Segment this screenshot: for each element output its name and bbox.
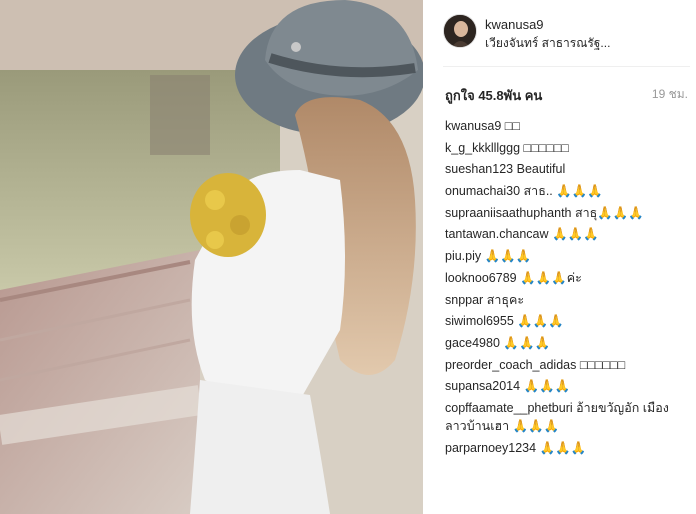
comment-item: tantawan.chancaw 🙏🙏🙏 xyxy=(445,225,690,243)
comment-item: looknoo6789 🙏🙏🙏ค่ะ xyxy=(445,269,690,287)
comment-username[interactable]: gace4980 xyxy=(445,336,500,350)
comment-item: supansa2014 🙏🙏🙏 xyxy=(445,377,690,395)
comment-text: 🙏🙏🙏 xyxy=(523,379,571,394)
comment-item: snppar สาธุคะ xyxy=(445,291,690,309)
comment-item: k_g_kkklllggg □□□□□□ xyxy=(445,139,690,157)
divider xyxy=(443,66,690,67)
comment-username[interactable]: onumachai30 xyxy=(445,184,520,198)
comment-username[interactable]: siwimol6955 xyxy=(445,314,514,328)
post-username[interactable]: kwanusa9 xyxy=(485,17,544,32)
comment-username[interactable]: kwanusa9 xyxy=(445,119,501,133)
comment-text: Beautiful xyxy=(516,162,566,177)
comment-item: siwimol6955 🙏🙏🙏 xyxy=(445,312,690,330)
comment-text: □□□□□□ xyxy=(579,357,626,372)
comment-username[interactable]: piu.piy xyxy=(445,249,481,263)
comment-text: 🙏🙏🙏 xyxy=(484,249,532,264)
comment-item: sueshan123 Beautiful xyxy=(445,160,690,178)
comment-username[interactable]: preorder_coach_adidas xyxy=(445,358,576,372)
avatar-image xyxy=(444,15,476,47)
comment-item: parparnoey1234 🙏🙏🙏 xyxy=(445,439,690,457)
comment-text: 🙏🙏🙏 xyxy=(503,335,551,350)
like-count[interactable]: ถูกใจ 45.8พัน คน xyxy=(445,85,542,106)
comment-username[interactable]: looknoo6789 xyxy=(445,271,517,285)
post-photo[interactable] xyxy=(0,0,423,514)
comment-item: onumachai30 สาธ.. 🙏🙏🙏 xyxy=(445,182,690,200)
post-location[interactable]: เวียงจันทร์ สาธารณรัฐ... xyxy=(485,34,610,53)
comment-username[interactable]: copffaamate__phetburi xyxy=(445,401,573,415)
comment-text: สาธุคะ xyxy=(486,292,525,307)
post-time[interactable]: 19 ชม. xyxy=(652,85,688,104)
comment-item: piu.piy 🙏🙏🙏 xyxy=(445,247,690,265)
comment-username[interactable]: tantawan.chancaw xyxy=(445,227,549,241)
comment-text: 🙏🙏🙏 xyxy=(539,440,587,455)
comment-item: kwanusa9 □□ xyxy=(445,117,690,135)
comment-text: 🙏🙏🙏 xyxy=(552,227,599,242)
comment-list: kwanusa9 □□ k_g_kkklllggg □□□□□□ sueshan12… xyxy=(445,117,690,460)
comment-item: supraaniisaathuphanth สาธุ🙏🙏🙏 xyxy=(445,204,690,222)
comment-text: สาธ.. 🙏🙏🙏 xyxy=(523,184,603,199)
avatar[interactable] xyxy=(443,14,477,48)
comment-item: preorder_coach_adidas □□□□□□ xyxy=(445,356,690,374)
comment-text: สาธุ🙏🙏🙏 xyxy=(574,205,644,220)
comment-text: □□ xyxy=(504,119,520,133)
comment-text: 🙏🙏🙏 xyxy=(517,314,564,329)
post-side-panel: kwanusa9 เวียงจันทร์ สาธารณรัฐ... ถูกใจ … xyxy=(423,0,696,514)
comment-text: 🙏🙏🙏ค่ะ xyxy=(520,270,582,285)
comment-text: □□□□□□ xyxy=(523,140,569,155)
comment-username[interactable]: supansa2014 xyxy=(445,379,520,393)
comment-username[interactable]: supraaniisaathuphanth xyxy=(445,206,572,220)
comment-item: copffaamate__phetburi อ้ายขวัญอัก เมืองล… xyxy=(445,399,690,435)
photo-image xyxy=(0,0,423,514)
comment-item: gace4980 🙏🙏🙏 xyxy=(445,334,690,352)
comment-username[interactable]: sueshan123 xyxy=(445,162,513,176)
comment-username[interactable]: snppar xyxy=(445,293,483,307)
comment-username[interactable]: k_g_kkklllggg xyxy=(445,141,520,155)
comment-username[interactable]: parparnoey1234 xyxy=(445,441,536,455)
post-header: kwanusa9 เวียงจันทร์ สาธารณรัฐ... xyxy=(443,14,696,54)
